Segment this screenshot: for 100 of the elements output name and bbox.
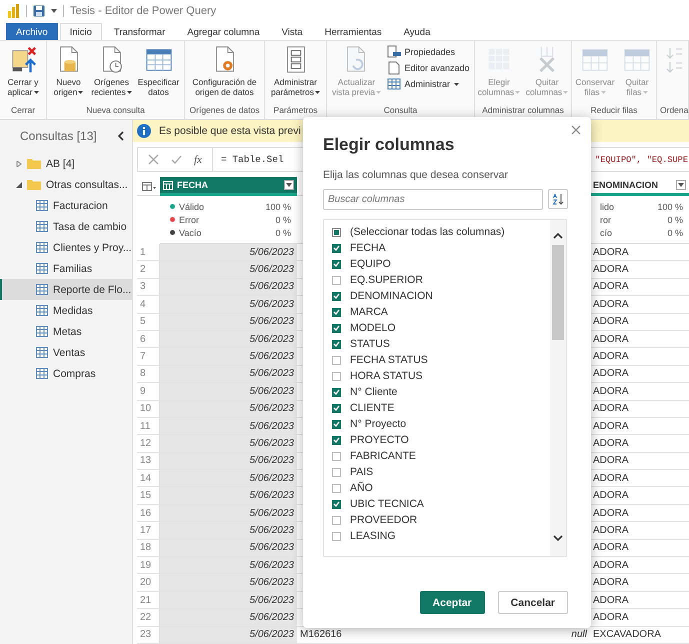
checkbox-label: CLIENTE bbox=[350, 402, 394, 414]
check-icon bbox=[333, 421, 340, 427]
search-field[interactable]: Buscar columnas bbox=[323, 189, 543, 210]
sort-button[interactable] bbox=[548, 189, 568, 209]
checkbox-label: MODELO bbox=[350, 322, 396, 334]
ribbon-button[interactable]: Cerrar y aplicar bbox=[1, 44, 45, 105]
checkbox[interactable] bbox=[332, 308, 341, 316]
checkbox-label: AÑO bbox=[350, 482, 373, 494]
ribbon-button[interactable]: Propiedades bbox=[385, 44, 472, 60]
ribbon-tab[interactable]: Ayuda bbox=[394, 23, 440, 40]
table-cell: 5/06/2023 bbox=[160, 574, 297, 592]
query-folder[interactable]: AB [4] bbox=[0, 153, 132, 174]
check-icon bbox=[171, 155, 182, 164]
query-item[interactable]: Ventas bbox=[0, 342, 132, 363]
sort-icon bbox=[666, 47, 683, 73]
checkbox[interactable] bbox=[332, 500, 341, 508]
file-menu[interactable]: Archivo bbox=[6, 23, 58, 40]
checkbox-label: LEASING bbox=[350, 530, 396, 542]
cancel-button[interactable]: Cancelar bbox=[498, 591, 568, 614]
checkbox[interactable] bbox=[332, 324, 341, 332]
table-cell: 5/06/2023 bbox=[160, 400, 297, 418]
checkbox[interactable] bbox=[332, 484, 341, 492]
quality-value: 0 % bbox=[275, 228, 291, 238]
ribbon-button[interactable]: Administrar parámetros bbox=[266, 44, 324, 105]
ribbon-button[interactable]: Especificar datos bbox=[136, 44, 180, 105]
table-icon bbox=[36, 326, 48, 337]
group-label: Reducir filas bbox=[590, 105, 638, 117]
ribbon-tab[interactable]: Inicio bbox=[60, 23, 102, 40]
checkbox[interactable] bbox=[332, 372, 341, 380]
checkbox[interactable] bbox=[332, 420, 341, 428]
query-item[interactable]: Tasa de cambio bbox=[0, 216, 132, 237]
column-header[interactable]: FECHA bbox=[160, 177, 297, 196]
panel-title: Consultas [13] bbox=[20, 129, 97, 143]
checkbox[interactable] bbox=[332, 452, 341, 460]
query-item[interactable]: Compras bbox=[0, 363, 132, 384]
table-cell: EXCAVADORA bbox=[590, 626, 689, 644]
checkbox[interactable] bbox=[332, 404, 341, 412]
check-icon bbox=[333, 501, 340, 507]
table-menu-icon bbox=[142, 182, 156, 191]
checkbox[interactable] bbox=[332, 340, 341, 348]
check-icon bbox=[333, 293, 340, 299]
group-label: Ordena bbox=[660, 105, 688, 117]
query-item[interactable]: Clientes y Proy... bbox=[0, 237, 132, 258]
table-cell: 5/06/2023 bbox=[160, 261, 297, 279]
group-label: Consulta bbox=[382, 105, 418, 117]
ribbon-button[interactable]: Administrar bbox=[385, 76, 472, 92]
query-item[interactable]: Familias bbox=[0, 258, 132, 279]
query-item[interactable]: Medidas bbox=[0, 300, 132, 321]
checkbox[interactable] bbox=[332, 468, 341, 476]
checkbox[interactable] bbox=[332, 388, 341, 396]
fx-label: fx bbox=[194, 154, 202, 166]
query-item[interactable]: Facturacion bbox=[0, 195, 132, 216]
quality-value: 0 % bbox=[667, 214, 683, 225]
group-label: Orígenes de datos bbox=[188, 105, 260, 117]
checkbox[interactable] bbox=[332, 436, 341, 444]
query-item[interactable]: Metas bbox=[0, 321, 132, 342]
checkbox-label: FABRICANTE bbox=[350, 450, 416, 462]
folder-icon bbox=[27, 158, 41, 169]
dropdown-icon bbox=[678, 183, 684, 188]
ribbon-button[interactable]: Editor avanzado bbox=[385, 60, 472, 76]
checkbox[interactable] bbox=[332, 244, 341, 252]
ribbon-tab[interactable]: Vista bbox=[272, 23, 313, 40]
ribbon-button[interactable]: Nuevo origen bbox=[50, 44, 86, 105]
ribbon-button[interactable]: Configuración de origen de datos bbox=[186, 44, 262, 105]
quality-value: 100 % bbox=[657, 202, 683, 212]
query-folder[interactable]: Otras consultas... bbox=[0, 174, 132, 195]
group-label: Parámetros bbox=[272, 105, 318, 117]
ribbon-tab[interactable]: Transformar bbox=[104, 23, 176, 40]
checkbox[interactable] bbox=[332, 276, 341, 284]
quality-value: 0 % bbox=[667, 228, 683, 238]
checkbox-label: UBIC TECNICA bbox=[350, 498, 424, 510]
table-cell: 5/06/2023 bbox=[160, 540, 297, 558]
quality-label: cío bbox=[600, 228, 612, 238]
table-cell: 5/06/2023 bbox=[160, 435, 297, 453]
checkbox[interactable] bbox=[332, 356, 341, 364]
table-icon bbox=[36, 368, 48, 379]
table-cell: 5/06/2023 bbox=[160, 348, 297, 366]
checkbox-label: DENOMINACION bbox=[350, 290, 433, 302]
checkbox-label: PROYECTO bbox=[350, 434, 409, 446]
quality-label: Error bbox=[179, 214, 199, 225]
ribbon-tab[interactable]: Agregar columna bbox=[177, 23, 270, 40]
check-icon bbox=[333, 341, 340, 347]
checkbox[interactable] bbox=[332, 228, 341, 236]
group-label: Nueva consulta bbox=[85, 105, 146, 117]
checkbox[interactable] bbox=[332, 516, 341, 524]
ribbon-tab[interactable]: Herramientas bbox=[314, 23, 392, 40]
close-button[interactable] bbox=[569, 123, 583, 137]
dialog-title: Elegir columnas bbox=[323, 135, 456, 155]
quality-value: 0 % bbox=[275, 214, 291, 225]
check-icon bbox=[333, 309, 340, 315]
ribbon-button[interactable]: Orígenes recientes bbox=[88, 44, 134, 105]
check-icon bbox=[333, 405, 340, 411]
checkbox-label: FECHA bbox=[350, 242, 386, 254]
checkbox-label: (Seleccionar todas las columnas) bbox=[350, 226, 505, 238]
checkbox[interactable] bbox=[332, 260, 341, 268]
query-item[interactable]: Reporte de Flo... bbox=[0, 279, 132, 300]
checkbox[interactable] bbox=[332, 532, 341, 540]
chevron-down-icon bbox=[553, 535, 563, 542]
checkbox[interactable] bbox=[332, 292, 341, 300]
accept-button[interactable]: Aceptar bbox=[420, 591, 485, 614]
